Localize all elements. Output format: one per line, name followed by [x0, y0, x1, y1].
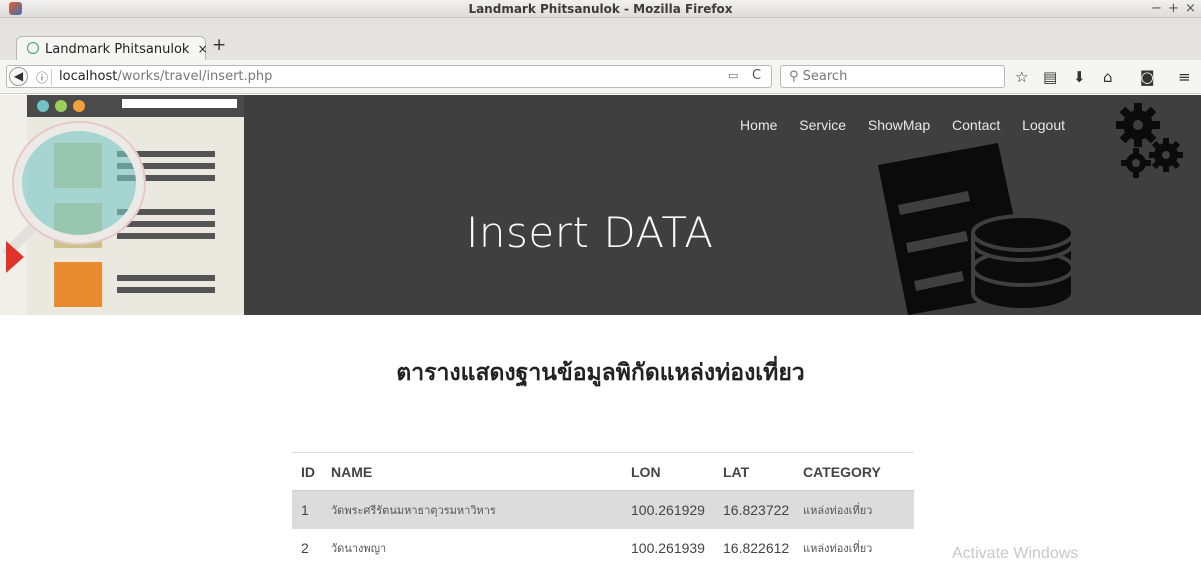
back-icon[interactable]: ◀ [9, 67, 28, 86]
table-header-row: ID NAME LON LAT CATEGORY [292, 452, 914, 491]
column-header-name: NAME [322, 452, 622, 491]
url-host: localhost [59, 69, 118, 84]
info-icon[interactable]: ⓘ [36, 69, 48, 86]
illustration-text-line [117, 221, 215, 227]
gears-icon [1116, 103, 1183, 178]
illustration-address-bar [122, 99, 237, 108]
new-tab-button[interactable]: + [212, 35, 226, 55]
illustration-text-line [117, 233, 215, 239]
illustration-dot [37, 100, 49, 112]
illustration-image-block [54, 262, 102, 307]
illustration-text-line [117, 275, 215, 281]
database-document-icon [878, 143, 1075, 315]
url-bar[interactable]: ◀ ⓘ localhost/works/travel/insert.php ▭ … [6, 65, 772, 88]
window-title: Landmark Phitsanulok - Mozilla Firefox [468, 2, 733, 16]
minimize-button[interactable]: − [1151, 1, 1162, 16]
cell-id: 1 [292, 490, 322, 529]
maximize-button[interactable]: + [1168, 1, 1179, 16]
nav-showmap[interactable]: ShowMap [868, 117, 930, 133]
cell-lon: 100.261939 [622, 528, 714, 567]
url-path: /works/travel/insert.php [117, 69, 273, 84]
search-input[interactable]: ⚲ Search [780, 65, 1005, 88]
url-text[interactable]: localhost/works/travel/insert.php [59, 69, 272, 84]
search-placeholder: Search [802, 69, 848, 84]
magnifier-lens-icon [14, 123, 144, 243]
site-nav: Home Service ShowMap Contact Logout [722, 117, 1065, 133]
table-row: 1 วัดพระศรีรัตนมหาธาตุวรมหาวิหาร 100.261… [292, 490, 914, 529]
column-header-category: CATEGORY [794, 452, 914, 491]
illustration-dot [55, 100, 67, 112]
tab-label: Landmark Phitsanulok [45, 42, 190, 57]
column-header-lat: LAT [714, 452, 794, 491]
nav-service[interactable]: Service [799, 117, 846, 133]
hero-banner: Home Service ShowMap Contact Logout Inse… [0, 95, 1201, 315]
page-heading: ตารางแสดงฐานข้อมูลพิกัดแหล่งท่องเที่ยว [396, 359, 805, 386]
nav-logout[interactable]: Logout [1022, 117, 1065, 133]
navigation-toolbar: ◀ ⓘ localhost/works/travel/insert.php ▭ … [0, 60, 1201, 94]
cell-lat: 16.822612 [714, 528, 794, 567]
menu-icon[interactable]: ≡ [1178, 68, 1191, 86]
globe-icon [27, 42, 39, 54]
illustration-text-line [117, 287, 215, 293]
illustration-browser-bar [27, 95, 244, 117]
tab-close-icon[interactable]: × [198, 42, 208, 56]
url-divider [51, 69, 52, 85]
window-titlebar: Landmark Phitsanulok - Mozilla Firefox −… [0, 0, 1201, 18]
table-row: 2 วัดนางพญา 100.261939 16.822612 แหล่งท่… [292, 528, 914, 567]
bookmark-star-icon[interactable]: ☆ [1015, 68, 1028, 86]
cell-name: วัดนางพญา [322, 528, 622, 567]
cell-id: 2 [292, 528, 322, 567]
reading-list-icon[interactable]: ▤ [1043, 68, 1057, 86]
nav-home[interactable]: Home [740, 117, 777, 133]
column-header-id: ID [292, 452, 322, 491]
column-header-lon: LON [622, 452, 714, 491]
red-arrow-icon [6, 241, 24, 273]
reload-icon[interactable]: C [752, 68, 761, 83]
download-icon[interactable]: ⬇ [1073, 68, 1086, 86]
home-icon[interactable]: ⌂ [1103, 68, 1113, 86]
illustration-dot [73, 100, 85, 112]
nav-contact[interactable]: Contact [952, 117, 1000, 133]
cell-lat: 16.823722 [714, 490, 794, 529]
activate-windows-watermark: Activate Windows [952, 545, 1079, 562]
close-window-button[interactable]: × [1185, 1, 1196, 16]
tab-landmark-phitsanulok[interactable]: Landmark Phitsanulok × [16, 36, 208, 62]
landmark-table: ID NAME LON LAT CATEGORY 1 วัดพระศรีรัตน… [292, 452, 914, 567]
tab-strip: Landmark Phitsanulok × + [0, 18, 1201, 62]
cell-lon: 100.261929 [622, 490, 714, 529]
hero-title: Insert DATA [466, 208, 714, 257]
search-icon: ⚲ [789, 69, 803, 84]
cell-category: แหล่งท่องเที่ยว [794, 490, 914, 529]
cell-name: วัดพระศรีรัตนมหาธาตุวรมหาวิหาร [322, 490, 622, 529]
cell-category: แหล่งท่องเที่ยว [794, 528, 914, 567]
web-page-illustration [0, 95, 244, 315]
pocket-icon[interactable]: ◙ [1140, 68, 1155, 86]
reader-icon[interactable]: ▭ [728, 69, 738, 82]
